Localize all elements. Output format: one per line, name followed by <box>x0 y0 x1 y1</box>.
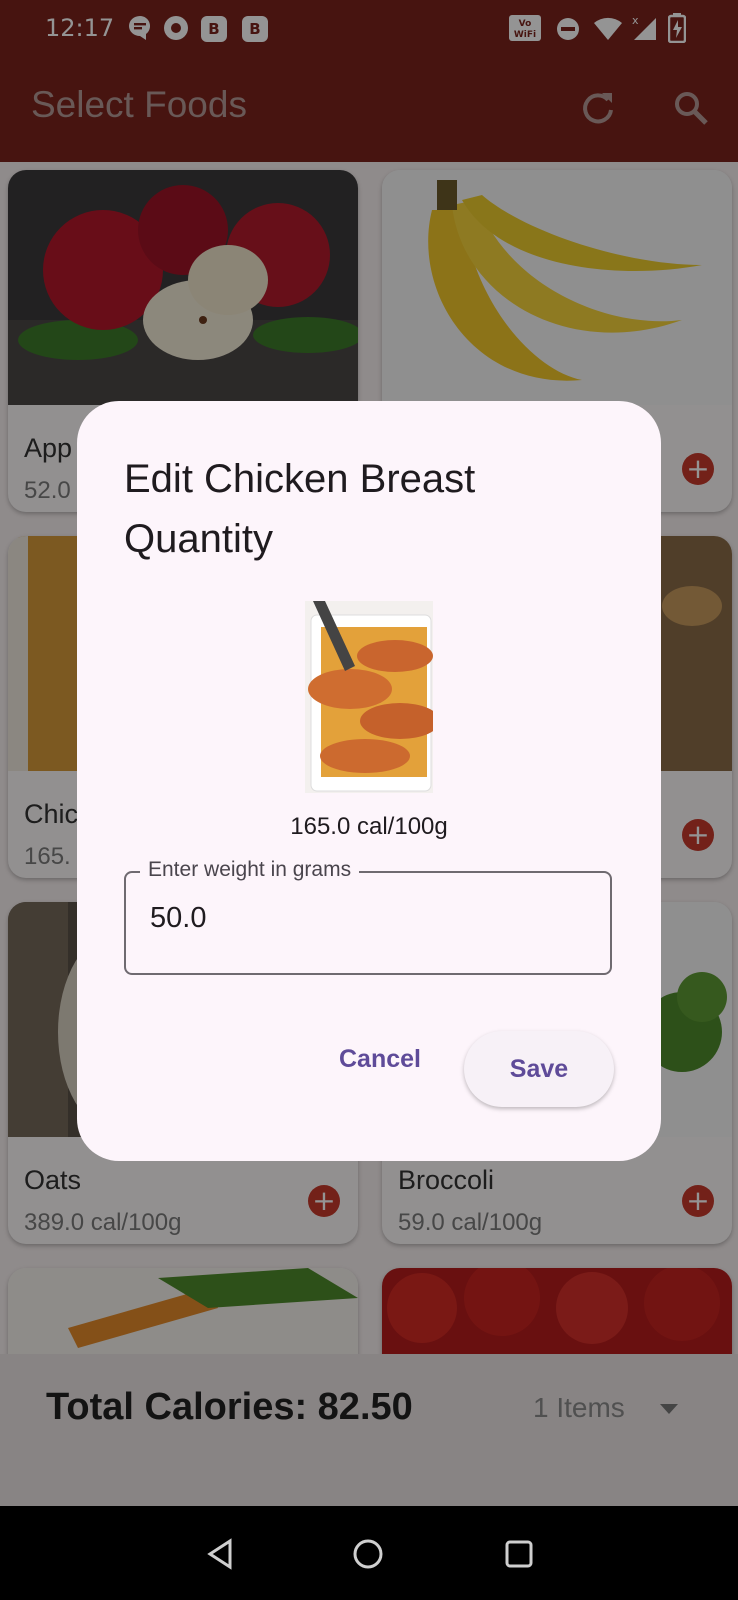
dialog-calories: 165.0 cal/100g <box>290 813 448 840</box>
dialog-title: Edit Chicken Breast Quantity <box>124 457 476 561</box>
chicken-breast-photo <box>305 601 433 793</box>
cancel-button[interactable]: Cancel <box>325 1033 435 1085</box>
system-nav-bar <box>0 1506 738 1600</box>
weight-field[interactable]: Enter weight in grams <box>124 858 612 975</box>
weight-input[interactable] <box>148 901 592 936</box>
back-icon[interactable] <box>204 1538 236 1570</box>
weight-field-label: Enter weight in grams <box>140 858 360 882</box>
recents-icon[interactable] <box>503 1538 535 1570</box>
home-icon[interactable] <box>352 1538 384 1570</box>
save-button[interactable]: Save <box>464 1031 614 1107</box>
edit-quantity-dialog: Edit Chicken Breast Quantity 165.0 cal/1… <box>77 401 661 1161</box>
